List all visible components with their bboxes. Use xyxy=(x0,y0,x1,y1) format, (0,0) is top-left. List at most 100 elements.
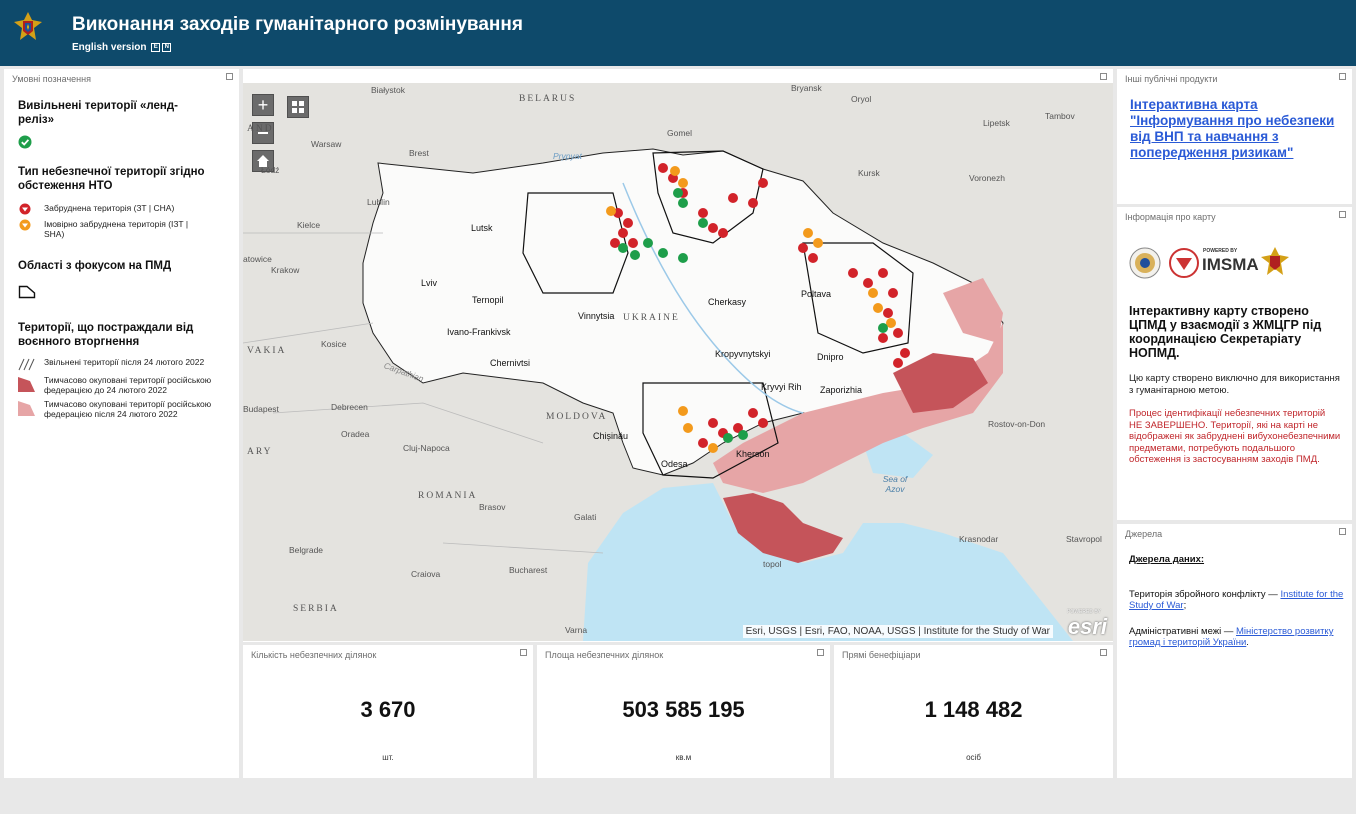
map-label-bryansk: Bryansk xyxy=(791,83,822,93)
map-label-ternopil: Ternopil xyxy=(472,295,504,305)
focus-area-icon xyxy=(18,285,36,299)
admin-prefix: Адміністративні межі — xyxy=(1129,626,1236,637)
map-label-kursk: Kursk xyxy=(858,168,880,178)
maximize-icon[interactable] xyxy=(226,73,233,80)
map-label-varna: Varna xyxy=(565,625,588,635)
occupied-before-label: Тимчасово окуповані території російською… xyxy=(44,375,212,395)
english-version-label: English version xyxy=(72,42,147,53)
page-title: Виконання заходів гуманітарного розмінув… xyxy=(72,14,523,35)
map-label-sea-of-azov: Sea of Azov xyxy=(882,474,908,494)
map-label-voronezh: Voronezh xyxy=(969,173,1005,183)
map-label-kosice: Kosice xyxy=(321,339,347,349)
map-info-panel: Інформація про карту POWERED BY IMSMA Ін… xyxy=(1117,207,1352,520)
map-label-serbia: SERBIA xyxy=(293,604,339,614)
map-label-lviv: Lviv xyxy=(421,278,438,288)
map-label-odesa: Odesa xyxy=(661,459,688,469)
map-label-chisinau: Chișinău xyxy=(593,431,629,441)
stat-panel-beneficiaries: Прямі бенефіціари 1 148 482 осіб xyxy=(834,645,1113,778)
maximize-icon[interactable] xyxy=(1100,73,1107,80)
map-label-pripyat: Prypyat xyxy=(553,151,582,161)
hazard-type-heading: Тип небезпечної території згідно обстеже… xyxy=(18,166,205,192)
map-label-gomel: Gomel xyxy=(667,128,693,138)
legend-panel-title: Умовні позначення xyxy=(12,74,91,84)
conflict-prefix: Територія збройного конфлікту — xyxy=(1129,589,1281,600)
map-info-title: Інформація про карту xyxy=(1125,212,1216,222)
other-products-title: Інші публічні продукти xyxy=(1125,74,1218,84)
released-heading: Вивільнені території «ленд-реліз» xyxy=(18,100,178,126)
cpmd-seal-icon xyxy=(1129,247,1161,279)
map-label-ary: ARY xyxy=(247,447,273,457)
map-label-vinnytsia: Vinnytsia xyxy=(578,311,615,321)
map-label-stavropol: Stavropol xyxy=(1066,534,1102,544)
map-label-ivano-frankivsk: Ivano-Frankivsk xyxy=(447,327,511,337)
map-label-zaporizhia: Zaporizhia xyxy=(820,385,863,395)
legend-panel: Умовні позначення Вивільнені території «… xyxy=(4,69,239,778)
map-label-cluj: Cluj-Napoca xyxy=(403,443,450,453)
map-panel[interactable]: + BELARUS UKRAINE ROMANIA MOLDOVA SERBIA… xyxy=(243,69,1113,642)
grid-icon xyxy=(292,101,304,113)
stat-panel-area: Площа небезпечних ділянок 503 585 195 кв… xyxy=(537,645,830,778)
sources-panel: Джерела Джерела даних: Територія збройно… xyxy=(1117,524,1352,778)
zoom-in-button[interactable]: + xyxy=(252,94,274,116)
lang-n-badge[interactable]: N xyxy=(162,42,172,52)
suspected-hazard-icon xyxy=(19,219,31,231)
map-label-bucharest: Bucharest xyxy=(509,565,548,575)
map-label-warsaw: Warsaw xyxy=(311,139,342,149)
map-attribution[interactable]: Esri, USGS | Esri, FAO, NOAA, USGS | Ins… xyxy=(742,625,1053,638)
map-label-tambov: Tambov xyxy=(1045,111,1075,121)
map-label-galati: Galati xyxy=(574,512,597,522)
maximize-icon[interactable] xyxy=(520,649,527,656)
other-products-panel: Інші публічні продукти Інтерактивна карт… xyxy=(1117,69,1352,204)
occupied-after-label: Тимчасово окуповані території російською… xyxy=(44,399,212,419)
map-canvas[interactable] xyxy=(243,83,1113,641)
map-label-kherson: Kherson xyxy=(736,449,770,459)
map-label-moldova: MOLDOVA xyxy=(546,412,608,422)
stat-value: 1 148 482 xyxy=(924,697,1023,722)
affected-heading: Території, що постраждали від воєнного в… xyxy=(18,322,194,348)
stat-unit: шт. xyxy=(382,753,394,762)
map-label-romania: ROMANIA xyxy=(418,491,478,501)
conflict-suffix: ; xyxy=(1183,600,1187,611)
map-label-ukraine: UKRAINE xyxy=(623,313,680,323)
map-label-bialystok: Białystok xyxy=(371,85,406,95)
emblem-icon xyxy=(14,12,42,40)
map-info-warning: Процес ідентифікації небезпечних територ… xyxy=(1129,408,1341,465)
map-label-budapest: Budapest xyxy=(243,404,279,414)
maximize-icon[interactable] xyxy=(1100,649,1107,656)
map-label-lodz: Łódź xyxy=(261,165,280,175)
map-label-oradea: Oradea xyxy=(341,429,370,439)
map-label-poltava: Poltava xyxy=(801,289,832,299)
army-emblem-icon xyxy=(1261,247,1289,275)
maximize-icon[interactable] xyxy=(1339,528,1346,535)
sources-conflict: Територія збройного конфлікту — Institut… xyxy=(1129,589,1344,611)
map-label-oryol: Oryol xyxy=(851,94,872,104)
released-check-icon xyxy=(18,135,32,149)
map-info-heading: Інтерактивну карту створено ЦПМД у взаєм… xyxy=(1129,304,1322,360)
basemap-gallery-button[interactable] xyxy=(287,96,309,118)
stat-unit: кв.м xyxy=(675,753,692,762)
lang-e-badge[interactable]: E xyxy=(151,42,161,52)
stat-panel-sites-count: Кількість небезпечних ділянок 3 670 шт. xyxy=(243,645,533,778)
maximize-icon[interactable] xyxy=(1339,73,1346,80)
esri-logo[interactable]: esri xyxy=(1068,614,1107,640)
english-version-link[interactable]: English version EN xyxy=(72,42,172,53)
focus-heading: Області з фокусом на ПМД xyxy=(18,260,172,272)
map-label-belgrade: Belgrade xyxy=(289,545,324,555)
maximize-icon[interactable] xyxy=(817,649,824,656)
maximize-icon[interactable] xyxy=(1339,211,1346,218)
suspected-hazard-label: Імовірно забруднена територія (ІЗТ | SHA… xyxy=(44,219,189,239)
map-label-krakow: Krakow xyxy=(271,265,300,275)
imsma-wordmark: IMSMA xyxy=(1202,255,1259,274)
map-label-brasov: Brasov xyxy=(479,502,506,512)
stat-title: Кількість небезпечних ділянок xyxy=(251,650,377,660)
interactive-map-link[interactable]: Інтерактивна карта "Інформування про неб… xyxy=(1130,97,1335,161)
liberated-hatch-icon xyxy=(18,358,35,371)
map-label-lublin: Lublin xyxy=(367,197,390,207)
liberated-label: Звільнені території після 24 лютого 2022 xyxy=(44,357,205,367)
map-label-lipetsk: Lipetsk xyxy=(983,118,1010,128)
map-label-krasnodar: Krasnodar xyxy=(959,534,999,544)
map-label-brest: Brest xyxy=(409,148,429,158)
app-header: Виконання заходів гуманітарного розмінув… xyxy=(0,0,1356,66)
confirmed-hazard-label: Забруднена територія (ЗТ | CHA) xyxy=(44,203,175,213)
map-label-kielce: Kielce xyxy=(297,220,321,230)
